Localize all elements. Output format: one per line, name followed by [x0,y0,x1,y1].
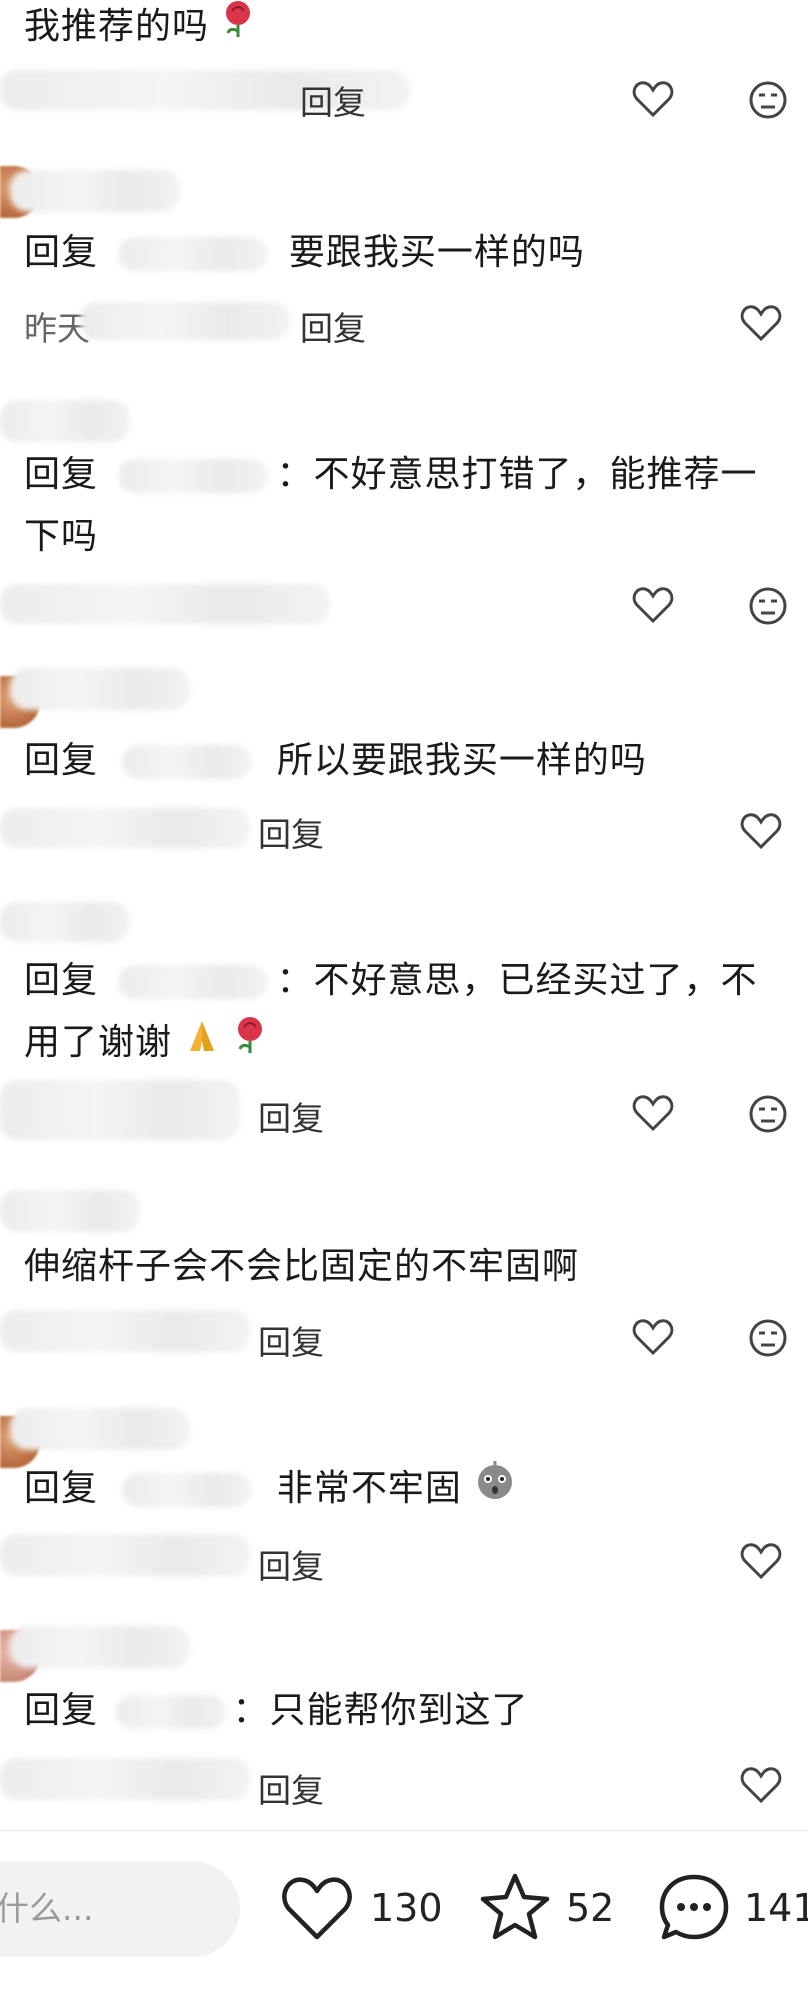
like-heart-icon[interactable] [280,1875,354,1941]
reply-link[interactable]: 回复 [258,1316,324,1364]
neutral-face-icon[interactable] [748,1094,788,1134]
comment-input[interactable]: 什么... [0,1861,240,1957]
comment-text: 要跟我买一样的吗 [288,232,585,273]
username-blur [10,170,180,212]
comment-text: 所以要跟我买一样的吗 [276,740,647,781]
username-blur [116,1695,227,1729]
rose-emoji-icon [221,0,255,59]
heart-icon[interactable] [632,586,674,624]
star-icon[interactable] [478,1871,552,1943]
meta-blur [0,1080,240,1140]
username-blur [10,1408,190,1450]
reply-prefix: 回复 [24,740,99,781]
reply-link[interactable]: 回复 [258,1764,324,1812]
heart-icon[interactable] [632,1094,674,1132]
reply-link[interactable]: 回复 [258,1092,324,1140]
heart-icon[interactable] [740,812,782,850]
comment-5-line2: 用了谢谢 [24,1012,267,1075]
comment-text: 我推荐的吗 [24,6,210,47]
comment-8-text: 回复 ：只能帮你到这了 [24,1680,528,1742]
heart-icon[interactable] [740,1766,782,1804]
username-blur [10,1626,190,1668]
meta-blur [0,584,330,624]
like-count: 130 [370,1886,443,1930]
reply-prefix: 回复 [24,1690,99,1731]
username-blur [118,459,269,493]
username-blur [10,668,190,710]
comment-text: ：只能帮你到这了 [232,1690,529,1731]
meta-blur [0,808,250,848]
neutral-face-icon[interactable] [748,80,788,120]
comment-4-text: 回复 所以要跟我买一样的吗 [24,730,647,792]
comment-bubble-icon[interactable] [656,1871,732,1945]
shocked-face-emoji-icon [474,1459,516,1521]
comment-3-line2: 下吗 [24,516,99,557]
username-blur [122,1473,253,1507]
reply-prefix: 回复 [24,232,99,273]
neutral-face-icon[interactable] [748,586,788,626]
reply-prefix: 回复 [24,1468,99,1509]
comment-text: ：不好意思打错了，能推荐一 [276,454,758,495]
meta-blur [0,1534,250,1576]
username-blur [0,400,130,442]
username-blur [0,902,130,942]
username-blur [122,745,253,779]
neutral-face-icon[interactable] [748,1318,788,1358]
heart-icon[interactable] [632,1318,674,1356]
heart-icon[interactable] [740,1542,782,1580]
rose-emoji-icon [233,1013,267,1075]
comment-6-text: 伸缩杆子会不会比固定的不牢固啊 [24,1246,580,1287]
meta-blur [0,1758,250,1800]
star-count: 52 [566,1886,615,1930]
comment-text: ：不好意思，已经买过了，不 [276,960,758,1001]
heart-icon[interactable] [740,304,782,342]
reply-prefix: 回复 [24,960,99,1001]
comment-count: 141 [744,1886,808,1930]
reply-link[interactable]: 回复 [300,302,366,350]
bottom-action-bar: 什么... 130 52 141 [0,1830,808,1989]
folded-hands-emoji-icon [184,1013,220,1075]
comment-text: 非常不牢固 [276,1468,462,1509]
comment-7-text: 回复 非常不牢固 [24,1458,516,1521]
reply-link[interactable]: 回复 [258,808,324,856]
meta-blur [0,1310,250,1352]
comment-3-line1: 回复 ：不好意思打错了，能推荐一 [24,444,757,506]
reply-link[interactable]: 回复 [258,1540,324,1588]
timestamp-blur [80,302,290,340]
comment-text: 用了谢谢 [24,1022,173,1063]
heart-icon[interactable] [632,80,674,118]
comment-5-line1: 回复 ：不好意思，已经买过了，不 [24,950,757,1012]
reply-link[interactable]: 回复 [300,76,366,124]
username-blur [0,1190,140,1232]
comment-1-text: 我推荐的吗 [24,0,255,59]
username-blur [118,965,269,999]
username-blur [118,237,269,271]
reply-prefix: 回复 [24,454,99,495]
comment-2-text: 回复 要跟我买一样的吗 [24,222,585,284]
